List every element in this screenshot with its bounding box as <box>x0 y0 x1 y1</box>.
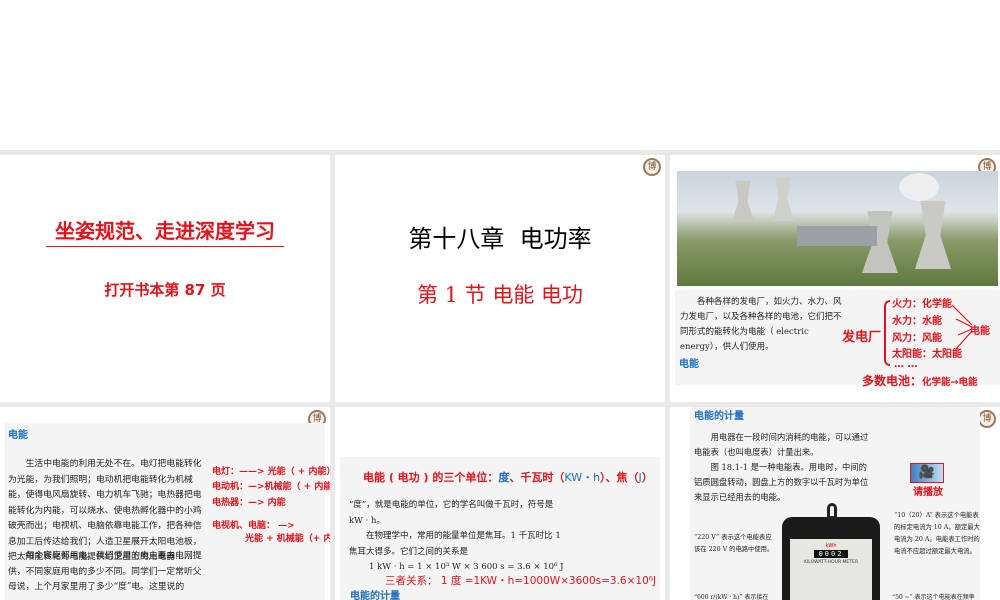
target-label: 电能 <box>970 326 990 337</box>
footer-heading: 电能的计量 <box>350 591 400 600</box>
note-heater: 电热器：—> 内能 <box>212 498 286 508</box>
paragraph-2: 在物理学中，常用的能量单位是焦耳。1 千瓦时比 1 焦耳大得多。它们之间的关系是 <box>349 531 561 557</box>
slide-thumbnail-4[interactable]: 博 电能 生活中电能的利用无处不在。电灯把电能转化为光能，为我们照明；电动机把电… <box>0 407 330 600</box>
paragraph-2: 图 18.1-1 是一种电能表。用电时，中间的铝质圆盘转动，圆盘上方的数字以千瓦… <box>694 462 869 502</box>
battery-conversion: 化学能→电能 <box>922 377 978 388</box>
units-line: 电能 ( 电功 ) 的三个单位：度、千瓦时（KW・h）、焦（J） <box>363 469 653 485</box>
slide-title: 坐姿规范、走进深度学习 <box>55 219 275 243</box>
meter-unit: kWh <box>825 543 837 549</box>
note-tv: 电视机、电脑： —> <box>212 521 295 531</box>
units-prefix: 电能 ( 电功 ) 的三个单位： <box>363 471 499 484</box>
note-right: “10（20）A” 表示这个电能表的标定电流为 10 A，额定最大电流为 20 … <box>894 512 980 555</box>
play-label: 请播放 <box>913 487 943 498</box>
paragraph-1: “度”，就是电能的单位，它的学名叫做千瓦时，符号是kW · h。 <box>349 500 554 526</box>
plant-label: 发电厂 <box>842 330 882 345</box>
note-lamp: 电灯：——> 光能（ + 内能） <box>212 467 330 477</box>
note-bottom-right: “50 ~” 表示这个电能表在频率 <box>892 594 975 600</box>
section-heading: 电能的计量 <box>694 411 744 422</box>
note-motor: 电动机：—>机械能（ + 内能） <box>212 482 330 492</box>
brace <box>884 300 890 366</box>
section-heading: 电能 <box>679 359 699 370</box>
title-underline <box>46 246 284 247</box>
unit-kwh: KW・h <box>564 471 601 484</box>
source-5: … … <box>894 359 918 370</box>
slide-thumbnail-6[interactable]: 博 电能的计量 用电器在一段时间内消耗的电能，可以通过电能表（也叫电度表）计量出… <box>670 407 1000 600</box>
battery-text: 多数电池： <box>862 374 923 388</box>
meter-label: KILOWATT-HOUR METER <box>804 560 858 565</box>
slide-thumbnail-3[interactable]: 博 各种各样的发电厂，如火力、水力、风力发电厂，以及各种各样的电池，它们把不同形… <box>670 155 1000 402</box>
top-blank-area <box>0 0 1000 150</box>
section-heading: 电能 <box>8 430 28 441</box>
section-title: 第 1 节 电能 电功 <box>416 283 584 307</box>
paragraph: 各种各样的发电厂，如火力、水力、风力发电厂，以及各种各样的电池，它们把不同形式的… <box>680 297 842 352</box>
note-tv-result: 光能 + 机械能（+ 内能 <box>245 534 330 544</box>
slide-thumbnail-1[interactable]: 坐姿规范、走进深度学习 打开书本第 87 页 <box>0 155 330 402</box>
energy-meter-image: kWh 0002 KILOWATT-HOUR METER <box>782 503 880 600</box>
unit-joule-label: ）、焦（ <box>600 471 639 484</box>
slide-thumbnail-2[interactable]: 博 第十八章 电功率 第 1 节 电能 电功 <box>335 155 665 402</box>
paragraph-1: 用电器在一段时间内消耗的电能，可以通过电能表（也叫电度表）计量出来。 <box>694 432 869 457</box>
play-video-button[interactable]: 🎥 请播放 <box>910 463 946 499</box>
meter-digits: 0002 <box>814 550 848 558</box>
video-camera-icon: 🎥 <box>910 463 944 483</box>
seal-logo-icon: 博 <box>978 410 996 428</box>
note-bottom-left: “600 r/(kW · h)” 表示接在 <box>694 594 769 600</box>
units-close: ） <box>641 471 653 484</box>
note-left: “220 V” 表示这个电能表应该在 220 V 的电路中使用。 <box>694 534 774 553</box>
slide-subtitle: 打开书本第 87 页 <box>104 281 226 299</box>
unit-kwh-label: 、千瓦时（ <box>509 471 565 484</box>
battery-label: 多数电池：化学能→电能 <box>862 372 977 389</box>
source-2: 水力：水能 <box>892 316 942 327</box>
chapter-title: 第十八章 电功率 <box>408 225 592 253</box>
paragraph-2: 每个家庭都用电。我们使用的电主要由电网提供，不同家庭用电的多少不同。同学们一定常… <box>8 551 202 592</box>
unit-du: 度 <box>498 471 510 484</box>
source-1: 火力：化学能 <box>892 299 952 310</box>
slide-thumbnail-5[interactable]: 电能 ( 电功 ) 的三个单位：度、千瓦时（KW・h）、焦（J） “度”，就是电… <box>335 407 665 600</box>
seal-logo-icon: 博 <box>643 158 661 176</box>
source-3: 风力：风能 <box>892 333 942 344</box>
relation: 三者关系： 1 度 =1KW・h=1000W×3600s=3.6×10⁶J <box>385 575 657 587</box>
power-plant-photo <box>677 171 998 286</box>
